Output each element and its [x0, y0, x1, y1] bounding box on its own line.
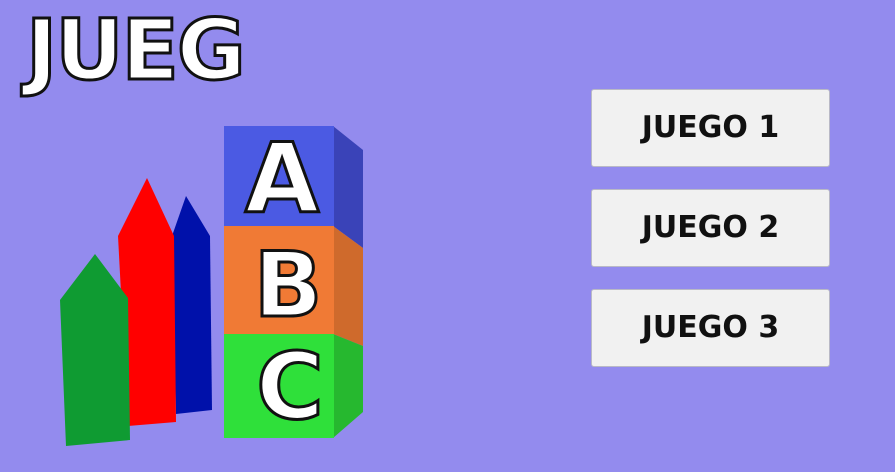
juego-1-button[interactable]: JUEGO 1	[591, 89, 830, 167]
green-crayon	[60, 254, 130, 446]
juego-3-button[interactable]: JUEGO 3	[591, 289, 830, 367]
abc-blocks: A B C	[224, 122, 363, 442]
juego-2-button[interactable]: JUEGO 2	[591, 189, 830, 267]
block-letter-c: C	[256, 333, 324, 440]
crayons-group	[60, 178, 212, 446]
blue-crayon	[172, 196, 212, 414]
game-menu: JUEGO 1 JUEGO 2 JUEGO 3	[591, 89, 830, 367]
block-letter-a: A	[245, 123, 319, 235]
block-letter-b: B	[254, 233, 323, 338]
block-c-side	[333, 334, 363, 438]
